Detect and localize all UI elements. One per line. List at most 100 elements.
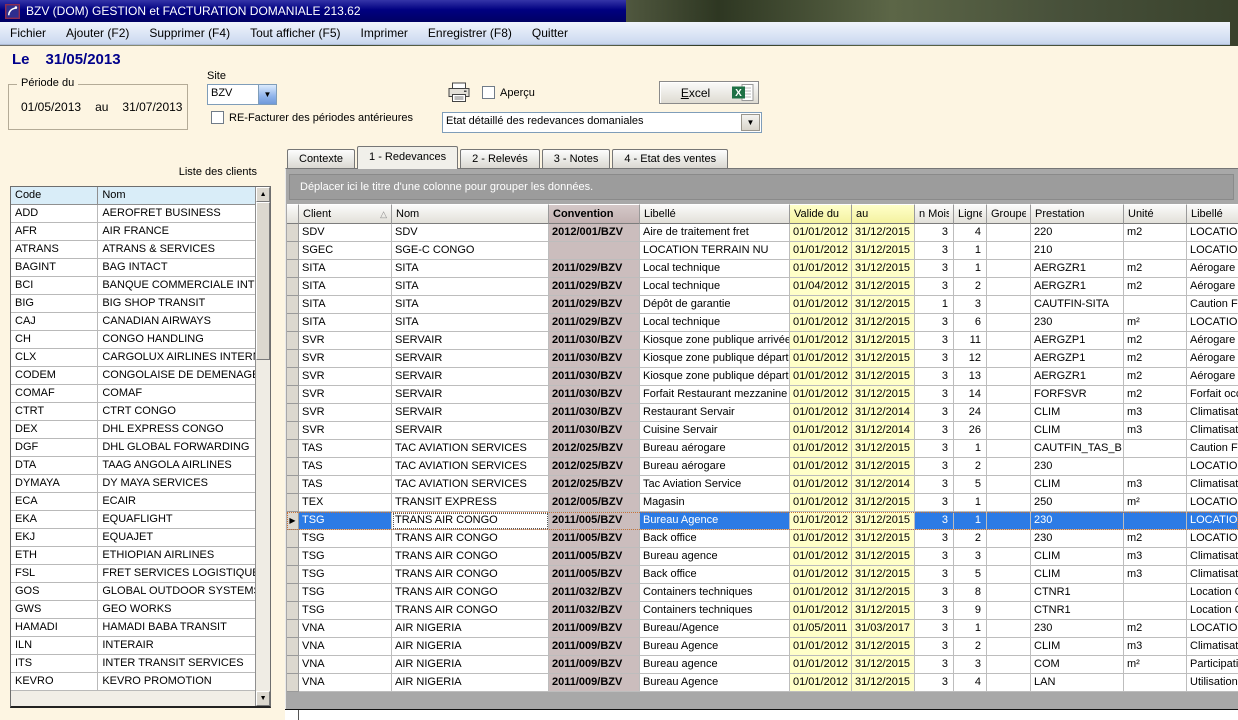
- grid-row[interactable]: TSGTRANS AIR CONGO2011/032/BZVContainers…: [287, 584, 1238, 602]
- grid-cell-groupe[interactable]: [987, 224, 1031, 242]
- grid-cell-convention[interactable]: 2012/005/BZV: [549, 494, 640, 512]
- row-indicator[interactable]: [287, 368, 299, 386]
- row-indicator[interactable]: [287, 440, 299, 458]
- grid-cell-nom[interactable]: SGE-C CONGO: [392, 242, 549, 260]
- client-code-cell[interactable]: CLX: [11, 349, 98, 367]
- row-indicator[interactable]: [287, 260, 299, 278]
- grid-cell-libelle[interactable]: Local technique: [640, 278, 790, 296]
- grid-cell-n_mois[interactable]: 3: [915, 530, 954, 548]
- title-bar[interactable]: BZV (DOM) GESTION et FACTURATION DOMANIA…: [0, 0, 626, 22]
- row-indicator[interactable]: [287, 386, 299, 404]
- client-code-cell[interactable]: DYMAYA: [11, 475, 98, 493]
- grid-cell-prestation[interactable]: 230: [1031, 314, 1124, 332]
- grid-row[interactable]: VNAAIR NIGERIA2011/009/BZVBureau Agence0…: [287, 638, 1238, 656]
- grid-cell-prestation[interactable]: AERGZR1: [1031, 278, 1124, 296]
- grid-cell-libelle2[interactable]: Location C: [1187, 602, 1238, 620]
- client-code-cell[interactable]: ECA: [11, 493, 98, 511]
- client-code-cell[interactable]: KEVRO: [11, 673, 98, 691]
- grid-cell-n_mois[interactable]: 3: [915, 548, 954, 566]
- grid-cell-ligne[interactable]: 3: [954, 548, 987, 566]
- grid-cell-ligne[interactable]: 1: [954, 260, 987, 278]
- client-code-cell[interactable]: BAGINT: [11, 259, 98, 277]
- grid-cell-client[interactable]: SITA: [299, 296, 392, 314]
- grid-cell-libelle[interactable]: Containers techniques: [640, 602, 790, 620]
- client-row[interactable]: CHCONGO HANDLING: [11, 331, 255, 349]
- grid-cell-au[interactable]: 31/12/2015: [852, 674, 915, 692]
- grid-cell-au[interactable]: 31/12/2015: [852, 242, 915, 260]
- grid-cell-libelle[interactable]: Magasin: [640, 494, 790, 512]
- tab-redevances[interactable]: 1 - Redevances: [357, 146, 458, 169]
- grid-cell-client[interactable]: SVR: [299, 368, 392, 386]
- grid-cell-nom[interactable]: SERVAIR: [392, 368, 549, 386]
- grid-cell-unite[interactable]: m2: [1124, 260, 1187, 278]
- client-row[interactable]: KEVROKEVRO PROMOTION: [11, 673, 255, 691]
- grid-cell-valide_du[interactable]: 01/04/2012: [790, 278, 852, 296]
- grid-cell-client[interactable]: SVR: [299, 422, 392, 440]
- tab-releves[interactable]: 2 - Relevés: [460, 149, 540, 169]
- grid-cell-convention[interactable]: 2012/001/BZV: [549, 224, 640, 242]
- client-name-cell[interactable]: DHL GLOBAL FORWARDING: [98, 439, 255, 457]
- grid-cell-valide_du[interactable]: 01/01/2012: [790, 224, 852, 242]
- grid-col-header-client[interactable]: Client△: [299, 204, 392, 224]
- grid-cell-prestation[interactable]: 230: [1031, 620, 1124, 638]
- grid-cell-groupe[interactable]: [987, 440, 1031, 458]
- client-row[interactable]: BIGBIG SHOP TRANSIT: [11, 295, 255, 313]
- row-indicator[interactable]: [287, 584, 299, 602]
- grid-cell-nom[interactable]: TRANS AIR CONGO: [392, 548, 549, 566]
- grid-cell-nom[interactable]: SERVAIR: [392, 350, 549, 368]
- grid-cell-ligne[interactable]: 4: [954, 224, 987, 242]
- grid-cell-au[interactable]: 31/12/2015: [852, 368, 915, 386]
- grid-cell-libelle2[interactable]: Caution Fin: [1187, 440, 1238, 458]
- grid-cell-groupe[interactable]: [987, 296, 1031, 314]
- client-name-cell[interactable]: ATRANS & SERVICES: [98, 241, 255, 259]
- grid-cell-prestation[interactable]: AERGZP1: [1031, 350, 1124, 368]
- grid-row[interactable]: SITASITA2011/029/BZVLocal technique01/04…: [287, 278, 1238, 296]
- client-list-scrollbar[interactable]: ▲ ▼: [255, 187, 270, 706]
- grid-cell-convention[interactable]: 2011/030/BZV: [549, 386, 640, 404]
- grid-cell-client[interactable]: TSG: [299, 584, 392, 602]
- client-row[interactable]: CLXCARGOLUX AIRLINES INTERN: [11, 349, 255, 367]
- grid-row[interactable]: TSGTRANS AIR CONGO2011/005/BZVBack offic…: [287, 530, 1238, 548]
- grid-cell-valide_du[interactable]: 01/01/2012: [790, 566, 852, 584]
- grid-cell-ligne[interactable]: 24: [954, 404, 987, 422]
- grid-cell-nom[interactable]: AIR NIGERIA: [392, 620, 549, 638]
- grid-row[interactable]: ▶TSGTRANS AIR CONGO2011/005/BZVBureau Ag…: [287, 512, 1238, 530]
- grid-cell-client[interactable]: TAS: [299, 476, 392, 494]
- grid-cell-prestation[interactable]: 230: [1031, 512, 1124, 530]
- grid-cell-au[interactable]: 31/12/2015: [852, 548, 915, 566]
- client-name-cell[interactable]: DY MAYA SERVICES: [98, 475, 255, 493]
- client-code-cell[interactable]: DTA: [11, 457, 98, 475]
- grid-cell-nom[interactable]: TRANS AIR CONGO: [392, 584, 549, 602]
- grid-cell-libelle2[interactable]: LOCATION: [1187, 224, 1238, 242]
- grid-cell-unite[interactable]: [1124, 512, 1187, 530]
- grid-cell-groupe[interactable]: [987, 620, 1031, 638]
- grid-cell-ligne[interactable]: 14: [954, 386, 987, 404]
- grid-cell-libelle2[interactable]: Climatisatio: [1187, 548, 1238, 566]
- grid-cell-n_mois[interactable]: 3: [915, 332, 954, 350]
- client-row[interactable]: BCIBANQUE COMMERCIALE INTER: [11, 277, 255, 295]
- site-combobox[interactable]: BZV ▼: [207, 84, 277, 105]
- grid-cell-groupe[interactable]: [987, 458, 1031, 476]
- grid-cell-prestation[interactable]: 230: [1031, 530, 1124, 548]
- grid-cell-prestation[interactable]: CLIM: [1031, 548, 1124, 566]
- grid-cell-groupe[interactable]: [987, 566, 1031, 584]
- grid-row[interactable]: SVRSERVAIR2011/030/BZVKiosque zone publi…: [287, 332, 1238, 350]
- client-code-cell[interactable]: CTRT: [11, 403, 98, 421]
- grid-cell-client[interactable]: VNA: [299, 656, 392, 674]
- grid-cell-libelle2[interactable]: LOCATION: [1187, 494, 1238, 512]
- grid-col-header-au[interactable]: au: [852, 204, 915, 224]
- grid-cell-libelle2[interactable]: LOCATION: [1187, 530, 1238, 548]
- grid-cell-ligne[interactable]: 2: [954, 458, 987, 476]
- client-name-cell[interactable]: KEVRO PROMOTION: [98, 673, 255, 691]
- grid-cell-libelle[interactable]: Forfait Restaurant mezzanine: [640, 386, 790, 404]
- client-col-header-code[interactable]: Code: [11, 187, 98, 205]
- grid-cell-au[interactable]: 31/12/2015: [852, 332, 915, 350]
- grid-cell-prestation[interactable]: CLIM: [1031, 638, 1124, 656]
- grid-cell-unite[interactable]: m2: [1124, 350, 1187, 368]
- grid-cell-ligne[interactable]: 13: [954, 368, 987, 386]
- row-indicator[interactable]: [287, 638, 299, 656]
- grid-cell-convention[interactable]: 2012/025/BZV: [549, 476, 640, 494]
- grid-cell-nom[interactable]: SERVAIR: [392, 422, 549, 440]
- grid-cell-client[interactable]: SITA: [299, 260, 392, 278]
- grid-cell-nom[interactable]: TRANS AIR CONGO: [392, 566, 549, 584]
